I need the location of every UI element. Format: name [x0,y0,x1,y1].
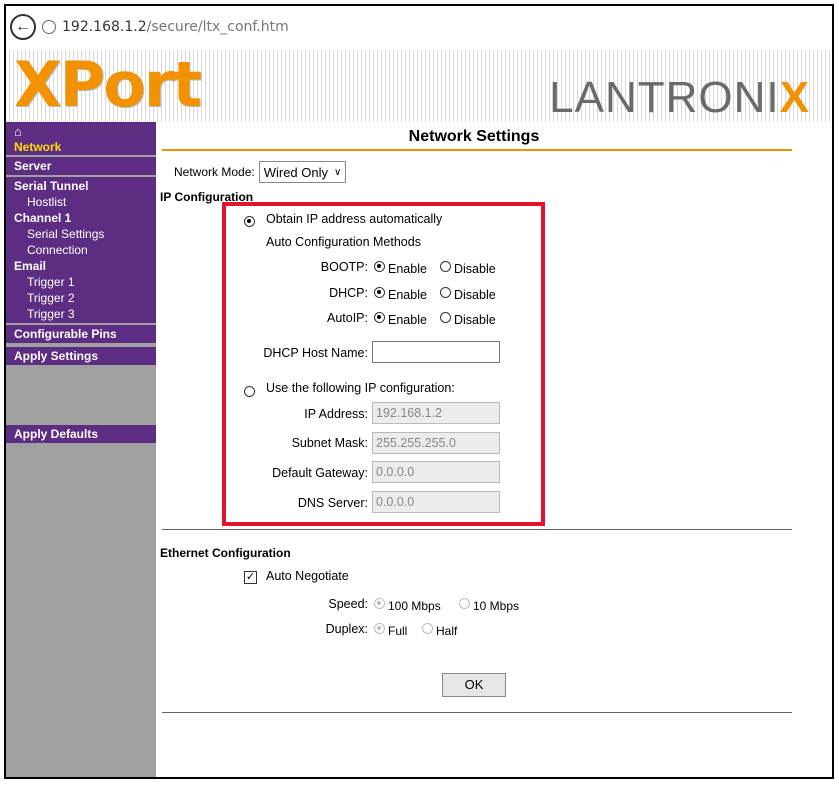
ip-address-label: IP Address: [304,407,368,421]
network-mode-row: Network Mode: Wired Only ∨ [174,161,347,183]
default-gateway-label: Default Gateway: [272,466,368,480]
network-mode-label: Network Mode: [174,165,255,179]
chevron-down-icon: ∨ [334,166,342,178]
xport-logo: XPort [14,48,202,121]
network-mode-select[interactable]: Wired Only ∨ [258,161,347,183]
autoip-disable-label: Disable [454,313,496,327]
autoip-disable-radio[interactable] [440,312,451,323]
auto-config-methods-label: Auto Configuration Methods [266,235,421,249]
speed-10-radio[interactable] [459,598,470,609]
network-mode-value: Wired Only [263,164,328,180]
main-content: Network Settings Network Mode: Wired Onl… [156,122,832,777]
duplex-full-label: Full [388,624,408,638]
auto-negotiate-checkbox[interactable]: ✓ [244,571,257,585]
dns-server-input[interactable]: 0.0.0.0 [372,491,500,513]
dhcp-label: DHCP: [329,286,368,300]
home-icon[interactable]: ⌂ [14,124,152,139]
bottom-divider [162,712,792,713]
sidebar-block-server: Server [6,157,156,175]
back-arrow-icon[interactable]: ← [10,14,36,40]
sidebar-item-apply-settings[interactable]: Apply Settings [14,348,148,364]
bootp-disable-radio[interactable] [440,261,451,272]
default-gateway-input[interactable]: 0.0.0.0 [372,461,500,483]
url-field[interactable]: 192.168.1.2/secure/ltx_conf.htm [62,19,289,35]
obtain-ip-auto-label: Obtain IP address automatically [266,212,443,226]
sidebar-block-apply-settings: Apply Settings [6,347,156,365]
title-divider [162,149,792,151]
sidebar-item-channel-1[interactable]: Channel 1 [14,210,148,226]
sidebar-item-serial-settings[interactable]: Serial Settings [14,226,148,242]
sidebar-block-serial-tunnel: Serial Tunnel Hostlist Channel 1 Serial … [6,177,156,323]
url-host: 192.168.1.2 [62,19,147,35]
speed-10-label: 10 Mbps [473,599,520,613]
ethernet-config-heading: Ethernet Configuration [160,546,291,560]
dhcp-disable-label: Disable [454,288,496,302]
speed-label: Speed: [328,597,368,611]
dhcp-host-name-input[interactable] [372,341,500,363]
sidebar-block-configurable-pins: Configurable Pins [6,325,156,343]
subnet-mask-label: Subnet Mask: [291,436,368,450]
lantronix-logo-text: LANTRONI [549,73,780,122]
speed-100-label: 100 Mbps [388,599,441,613]
autoip-label: AutoIP: [327,311,368,325]
sidebar-top: ⌂ Network [6,122,156,155]
dhcp-enable-radio[interactable] [374,287,385,298]
dns-server-label: DNS Server: [297,496,368,510]
bootp-enable-label: Enable [388,262,427,276]
autoip-enable-label: Enable [388,313,427,327]
use-following-ip-label: Use the following IP configuration: [266,381,455,395]
speed-100-radio[interactable] [374,598,385,609]
sidebar-item-connection[interactable]: Connection [14,242,148,258]
browser-window: ← 192.168.1.2/secure/ltx_conf.htm XPort … [4,4,834,779]
ok-button[interactable]: OK [442,673,506,697]
sidebar-item-configurable-pins[interactable]: Configurable Pins [14,326,148,342]
sidebar-item-hostlist[interactable]: Hostlist [14,194,148,210]
sidebar-item-apply-defaults[interactable]: Apply Defaults [14,426,148,442]
duplex-half-label: Half [436,624,458,638]
address-bar: ← 192.168.1.2/secure/ltx_conf.htm [6,6,832,50]
sidebar: ⌂ Network Server Serial Tunnel Hostlist … [6,122,156,777]
duplex-label: Duplex: [325,622,368,636]
globe-icon [42,20,56,34]
bootp-label: BOOTP: [320,260,368,274]
lantronix-logo: LANTRONIX [549,76,810,120]
dhcp-host-name-label: DHCP Host Name: [263,346,368,360]
bootp-disable-label: Disable [454,262,496,276]
sidebar-item-trigger-2[interactable]: Trigger 2 [14,290,148,306]
dhcp-enable-label: Enable [388,288,427,302]
sidebar-item-trigger-3[interactable]: Trigger 3 [14,306,148,322]
obtain-ip-auto-radio[interactable] [244,216,255,227]
section-divider [162,529,792,530]
autoip-enable-radio[interactable] [374,312,385,323]
page-title: Network Settings [408,128,540,145]
ip-address-input[interactable]: 192.168.1.2 [372,402,500,424]
auto-negotiate-label: Auto Negotiate [266,569,349,583]
sidebar-item-email[interactable]: Email [14,258,148,274]
duplex-full-radio[interactable] [374,623,385,634]
sidebar-item-server[interactable]: Server [14,158,148,174]
lantronix-logo-x: X [779,73,810,122]
subnet-mask-input[interactable]: 255.255.255.0 [372,432,500,454]
sidebar-item-network[interactable]: Network [14,139,152,155]
bootp-enable-radio[interactable] [374,261,385,272]
use-following-ip-radio[interactable] [244,386,255,397]
dhcp-disable-radio[interactable] [440,287,451,298]
url-path: /secure/ltx_conf.htm [146,19,289,35]
duplex-half-radio[interactable] [422,623,433,634]
sidebar-item-serial-tunnel[interactable]: Serial Tunnel [14,178,148,194]
sidebar-item-trigger-1[interactable]: Trigger 1 [14,274,148,290]
sidebar-block-apply-defaults: Apply Defaults [6,425,156,443]
